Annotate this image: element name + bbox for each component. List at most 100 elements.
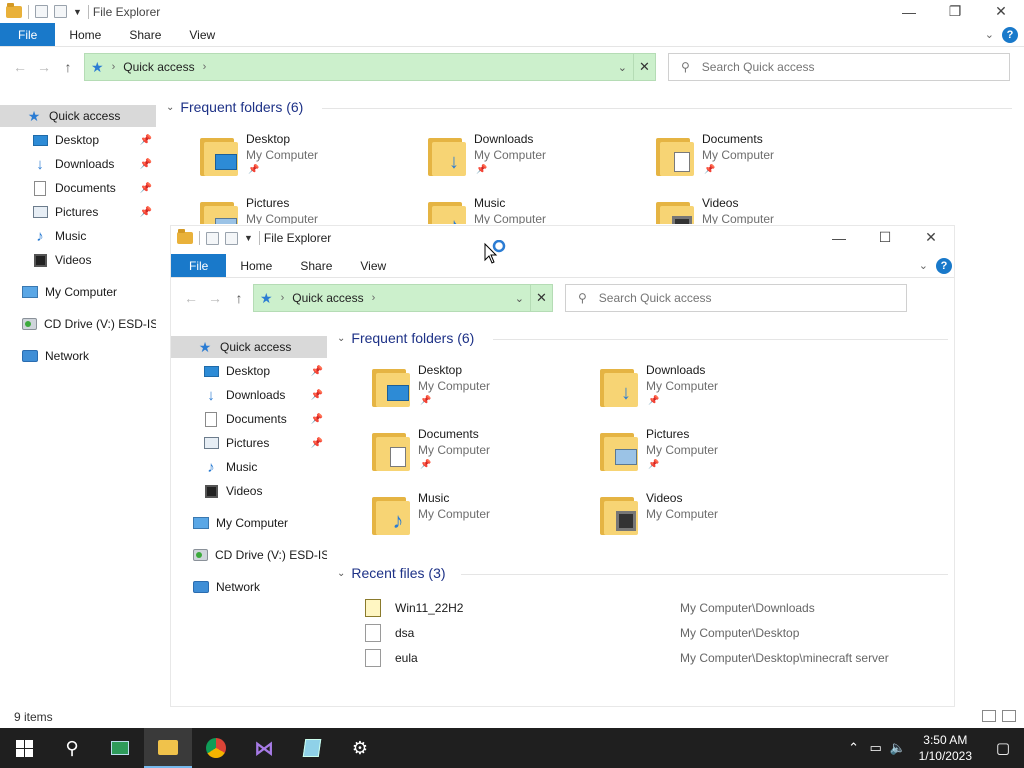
help-icon[interactable]: ? xyxy=(1002,26,1018,43)
search-box[interactable]: ⚲ xyxy=(565,284,907,312)
sidebar-item-network[interactable]: Network xyxy=(0,345,156,367)
address-bar[interactable]: ★ › Quick access › ⌄ xyxy=(84,53,634,81)
pin-icon[interactable]: 📌 xyxy=(140,135,152,146)
expand-ribbon-chevron-icon[interactable]: ⌄ xyxy=(919,259,928,272)
sidebar-item-desktop[interactable]: Desktop 📌 xyxy=(0,129,156,151)
restore-button[interactable]: ❐ xyxy=(932,0,978,23)
sidebar-item-pictures[interactable]: Pictures 📌 xyxy=(171,432,327,454)
sidebar-item-cd-drive[interactable]: CD Drive (V:) ESD-ISO xyxy=(171,544,327,566)
clear-address-button[interactable]: ✕ xyxy=(531,284,553,312)
up-button[interactable]: ↑ xyxy=(56,59,80,75)
sidebar-item-quick-access[interactable]: ★ Quick access xyxy=(0,105,156,127)
pin-icon[interactable]: 📌 xyxy=(311,390,323,401)
folder-tile-downloads[interactable]: ↓ Downloads My Computer 📌 xyxy=(428,132,628,190)
sidebar-item-documents[interactable]: Documents 📌 xyxy=(171,408,327,430)
folder-tile-music[interactable]: ♪ Music My Computer xyxy=(372,491,572,549)
home-tab[interactable]: Home xyxy=(55,23,115,46)
pin-icon[interactable]: 📌 xyxy=(311,366,323,377)
file-tab[interactable]: File xyxy=(0,23,56,46)
folder-tile-downloads[interactable]: ↓ Downloads My Computer 📌 xyxy=(600,363,800,421)
sidebar-item-my-computer[interactable]: My Computer xyxy=(0,281,156,303)
share-tab[interactable]: Share xyxy=(115,23,175,46)
sidebar-item-music[interactable]: ♪ Music xyxy=(0,225,156,247)
pin-icon[interactable]: 📌 xyxy=(311,438,323,449)
sidebar-item-videos[interactable]: Videos xyxy=(171,480,327,502)
expand-ribbon-chevron-icon[interactable]: ⌄ xyxy=(985,28,994,41)
folder-tile-videos[interactable]: Videos My Computer xyxy=(600,491,800,549)
back-button[interactable]: ← xyxy=(179,290,203,306)
sidebar-item-network[interactable]: Network xyxy=(171,576,327,598)
fg-titlebar[interactable]: ▼ File Explorer — ☐ ✕ xyxy=(171,226,954,250)
task-manager-icon[interactable] xyxy=(96,728,144,768)
folder-tile-documents[interactable]: Documents My Computer 📌 xyxy=(372,427,572,485)
help-icon[interactable]: ? xyxy=(936,257,952,274)
recent-files-header[interactable]: ⌄ Recent files (3) xyxy=(337,565,446,581)
sidebar-item-videos[interactable]: Videos xyxy=(0,249,156,271)
customize-toolbar-chevron-icon[interactable]: ▼ xyxy=(244,233,253,243)
sidebar-item-music[interactable]: ♪ Music xyxy=(171,456,327,478)
file-tab[interactable]: File xyxy=(171,254,227,277)
back-button[interactable]: ← xyxy=(8,59,32,75)
pin-icon[interactable]: 📌 xyxy=(140,207,152,218)
visual-studio-icon[interactable]: ⋈ xyxy=(240,728,288,768)
sidebar-item-quick-access[interactable]: ★ Quick access xyxy=(171,336,327,358)
minimize-button[interactable]: — xyxy=(816,226,862,249)
customize-toolbar-chevron-icon[interactable]: ▼ xyxy=(73,7,82,17)
folder-tile-documents[interactable]: Documents My Computer 📌 xyxy=(656,132,856,190)
search-input[interactable] xyxy=(598,291,799,305)
new-folder-icon[interactable] xyxy=(54,5,67,18)
explorer-icon[interactable] xyxy=(177,229,193,244)
folder-tile-videos[interactable]: Videos My Computer xyxy=(656,196,856,224)
large-icons-view-icon[interactable] xyxy=(1002,710,1016,722)
settings-gear-icon[interactable]: ⚙ xyxy=(336,728,384,768)
properties-icon[interactable] xyxy=(206,231,219,245)
folder-tile-music[interactable]: ♪ Music My Computer xyxy=(428,196,628,224)
sidebar-item-desktop[interactable]: Desktop 📌 xyxy=(171,360,327,382)
recent-file-row[interactable]: dsa My Computer\Desktop xyxy=(365,622,955,644)
address-location[interactable]: Quick access xyxy=(292,291,363,305)
details-view-icon[interactable] xyxy=(982,710,996,722)
frequent-folders-header[interactable]: ⌄ Frequent folders (6) xyxy=(337,330,474,346)
clear-address-button[interactable]: ✕ xyxy=(634,53,656,81)
sidebar-item-cd-drive[interactable]: CD Drive (V:) ESD-ISO xyxy=(0,313,156,335)
pin-icon[interactable]: 📌 xyxy=(311,414,323,425)
address-bar[interactable]: ★ › Quick access › ⌄ xyxy=(253,284,531,312)
new-folder-icon[interactable] xyxy=(225,231,238,245)
sidebar-item-downloads[interactable]: ↓ Downloads 📌 xyxy=(0,153,156,175)
breadcrumb-chevron-icon[interactable]: › xyxy=(203,61,207,73)
clock[interactable]: 3:50 AM 1/10/2023 xyxy=(919,732,972,764)
notepad-icon[interactable] xyxy=(288,728,336,768)
view-tab[interactable]: View xyxy=(346,254,400,277)
sidebar-item-my-computer[interactable]: My Computer xyxy=(171,512,327,534)
folder-tile-desktop[interactable]: Desktop My Computer 📌 xyxy=(200,132,400,190)
view-tab[interactable]: View xyxy=(175,23,229,46)
file-explorer-taskbar-icon[interactable] xyxy=(144,728,192,768)
sidebar-item-pictures[interactable]: Pictures 📌 xyxy=(0,201,156,223)
frequent-folders-header[interactable]: ⌄ Frequent folders (6) xyxy=(166,99,303,115)
collapse-chevron-icon[interactable]: ⌄ xyxy=(337,333,345,344)
breadcrumb-chevron-icon[interactable]: › xyxy=(372,292,376,304)
collapse-chevron-icon[interactable]: ⌄ xyxy=(337,568,345,579)
search-input[interactable] xyxy=(701,60,902,74)
start-button[interactable] xyxy=(0,728,48,768)
folder-tile-desktop[interactable]: Desktop My Computer 📌 xyxy=(372,363,572,421)
sidebar-item-downloads[interactable]: ↓ Downloads 📌 xyxy=(171,384,327,406)
pin-icon[interactable]: 📌 xyxy=(140,159,152,170)
explorer-icon[interactable] xyxy=(6,2,22,18)
network-tray-icon[interactable]: ▭ xyxy=(865,740,887,756)
minimize-button[interactable]: — xyxy=(886,0,932,23)
collapse-chevron-icon[interactable]: ⌄ xyxy=(166,102,174,113)
notification-center-icon[interactable]: ▢ xyxy=(982,739,1024,757)
search-taskbar-icon[interactable]: ⚲ xyxy=(48,728,96,768)
up-button[interactable]: ↑ xyxy=(227,290,251,306)
share-tab[interactable]: Share xyxy=(286,254,346,277)
sidebar-item-documents[interactable]: Documents 📌 xyxy=(0,177,156,199)
search-box[interactable]: ⚲ xyxy=(668,53,1010,81)
volume-icon[interactable]: 🔈 xyxy=(887,740,909,756)
close-button[interactable]: ✕ xyxy=(908,226,954,249)
chrome-icon[interactable] xyxy=(192,728,240,768)
folder-tile-pictures[interactable]: Pictures My Computer 📌 xyxy=(600,427,800,485)
forward-button[interactable]: → xyxy=(32,59,56,75)
close-button[interactable]: ✕ xyxy=(978,0,1024,23)
pin-icon[interactable]: 📌 xyxy=(140,183,152,194)
